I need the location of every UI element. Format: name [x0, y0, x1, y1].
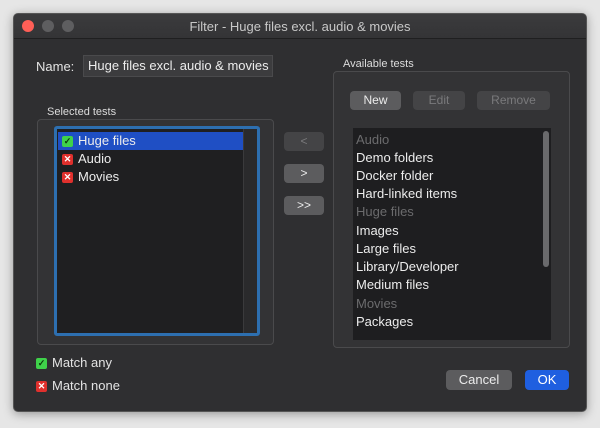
available-test-item[interactable]: Demo folders: [356, 149, 433, 167]
available-test-item[interactable]: Large files: [356, 240, 416, 258]
check-icon: ✓: [36, 358, 47, 370]
title-bar: Filter - Huge files excl. audio & movies: [14, 14, 586, 39]
remove-available-test-button[interactable]: Remove: [477, 91, 550, 110]
name-field[interactable]: Huge files excl. audio & movies: [83, 55, 273, 77]
selected-test-item[interactable]: ✓ Huge files: [58, 132, 243, 150]
available-test-item[interactable]: Medium files: [356, 276, 429, 294]
available-tests-heading: Available tests: [343, 58, 414, 70]
available-test-item[interactable]: Images: [356, 222, 399, 240]
selected-tests-heading: Selected tests: [47, 106, 117, 118]
match-any-option[interactable]: ✓ Match any: [36, 355, 112, 370]
selected-tests-list[interactable]: ✓ Huge files ✕ Audio ✕ Movies: [54, 126, 260, 336]
selected-test-item[interactable]: ✕ Audio: [58, 150, 243, 168]
match-none-label: Match none: [52, 378, 120, 393]
add-test-button[interactable]: >: [284, 164, 324, 183]
name-label: Name:: [36, 59, 75, 74]
remove-test-button[interactable]: <: [284, 132, 324, 151]
available-tests-scrollbar[interactable]: [543, 131, 549, 267]
match-any-label: Match any: [52, 355, 112, 370]
check-icon: ✓: [62, 136, 73, 148]
available-test-item: Audio: [356, 132, 390, 147]
edit-test-button[interactable]: Edit: [413, 91, 465, 110]
cancel-button[interactable]: Cancel: [446, 370, 512, 390]
filter-dialog: Filter - Huge files excl. audio & movies…: [13, 13, 587, 412]
available-test-item: Movies: [356, 296, 398, 311]
available-test-item[interactable]: Library/Developer: [356, 258, 459, 276]
selected-test-label: Movies: [78, 169, 120, 184]
cross-icon: ✕: [62, 172, 73, 184]
window-title: Filter - Huge files excl. audio & movies: [189, 19, 411, 34]
cross-icon: ✕: [62, 154, 73, 166]
available-test-item[interactable]: Docker folder: [356, 167, 433, 185]
available-test-item: Huge files: [356, 204, 414, 219]
selected-test-label: Audio: [78, 151, 112, 166]
ok-button[interactable]: OK: [525, 370, 569, 390]
available-test-item[interactable]: Hard-linked items: [356, 185, 457, 203]
cross-icon: ✕: [36, 381, 47, 393]
selected-test-item[interactable]: ✕ Movies: [58, 168, 243, 186]
available-test-item[interactable]: Packages: [356, 313, 413, 331]
new-test-button[interactable]: New: [350, 91, 401, 110]
selected-tests-scrollbar[interactable]: [243, 129, 257, 333]
available-tests-list[interactable]: Audio Demo folders Docker folder Hard-li…: [353, 128, 551, 340]
selected-test-label: Huge files: [78, 133, 136, 148]
add-all-tests-button[interactable]: >>: [284, 196, 324, 215]
match-none-option[interactable]: ✕ Match none: [36, 378, 120, 393]
